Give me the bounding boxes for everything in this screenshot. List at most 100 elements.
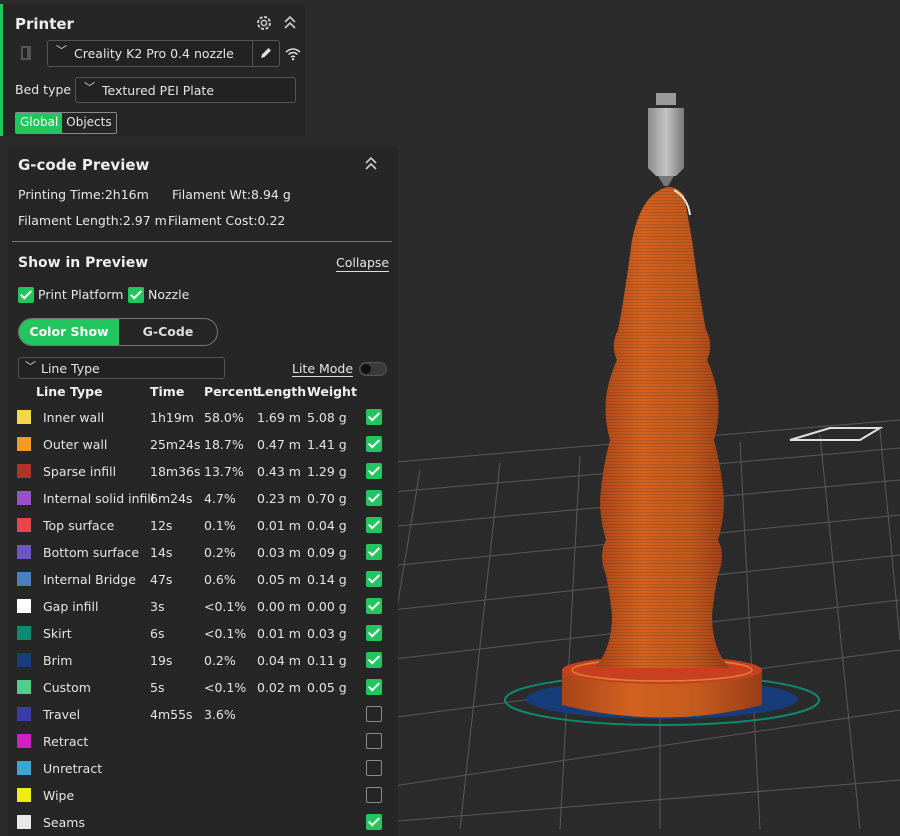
cell-time: 47s [150, 572, 173, 587]
edit-printer-button[interactable] [252, 41, 279, 66]
color-swatch [17, 518, 31, 532]
col-header-length: Length [257, 384, 307, 399]
cell-weight: 0.00 g [307, 599, 347, 614]
print-platform-checkbox[interactable] [18, 287, 34, 303]
visibility-checkbox[interactable] [366, 760, 382, 776]
cell-name: Top surface [43, 518, 115, 533]
cell-weight: 1.29 g [307, 464, 347, 479]
cell-weight: 0.14 g [307, 572, 347, 587]
color-show-button[interactable]: Color Show [19, 319, 119, 345]
cell-percent: 0.2% [204, 653, 236, 668]
cell-name: Inner wall [43, 410, 105, 425]
cell-weight: 0.70 g [307, 491, 347, 506]
cell-name: Internal solid infill [43, 491, 155, 506]
color-swatch [17, 734, 31, 748]
visibility-checkbox[interactable] [366, 517, 382, 533]
color-swatch [17, 761, 31, 775]
cell-time: 18m36s [150, 464, 201, 479]
printer-panel-title: Printer [15, 15, 74, 33]
collapse-link[interactable]: Collapse [336, 255, 390, 272]
table-row: Travel 4m55s 3.6% [8, 701, 398, 728]
filament-cost: Filament Cost:0.22 [168, 213, 286, 228]
visibility-checkbox[interactable] [366, 706, 382, 722]
chevron-down-icon: ﹀ [84, 81, 95, 94]
visibility-checkbox[interactable] [366, 625, 382, 641]
cell-time: 6m24s [150, 491, 193, 506]
cell-time: 14s [150, 545, 173, 560]
collapse-icon[interactable] [364, 156, 378, 172]
cell-percent: <0.1% [204, 599, 247, 614]
cell-weight: 5.08 g [307, 410, 347, 425]
color-swatch [17, 599, 31, 613]
collapse-icon[interactable] [283, 15, 297, 31]
cell-name: Bottom surface [43, 545, 140, 560]
visibility-checkbox[interactable] [366, 463, 382, 479]
visibility-checkbox[interactable] [366, 814, 382, 830]
color-swatch [17, 545, 31, 559]
cell-time: 19s [150, 653, 173, 668]
cell-length: 0.00 m [257, 599, 301, 614]
color-swatch [17, 491, 31, 505]
cell-length: 0.43 m [257, 464, 301, 479]
cell-name: Outer wall [43, 437, 108, 452]
cell-length: 1.69 m [257, 410, 301, 425]
color-swatch [17, 680, 31, 694]
nozzle-checkbox[interactable] [128, 287, 144, 303]
cell-length: 0.01 m [257, 518, 301, 533]
color-swatch [17, 815, 31, 829]
bed-type-select[interactable]: ﹀ Textured PEI Plate [75, 77, 296, 103]
plate-edge-marker [789, 427, 884, 441]
view-type-select[interactable]: ﹀ Line Type [18, 357, 225, 379]
col-header-weight: Weight [307, 384, 357, 399]
pencil-icon [261, 48, 271, 58]
lite-mode-toggle[interactable] [359, 362, 387, 376]
wifi-icon[interactable] [285, 47, 301, 61]
cell-weight: 0.04 g [307, 518, 347, 533]
visibility-checkbox[interactable] [366, 787, 382, 803]
gear-icon[interactable] [255, 14, 273, 32]
view-type-value: Line Type [41, 361, 100, 376]
cell-name: Travel [43, 707, 81, 722]
table-row: Bottom surface 14s 0.2% 0.03 m 0.09 g [8, 539, 398, 566]
cell-percent: 3.6% [204, 707, 236, 722]
visibility-checkbox[interactable] [366, 679, 382, 695]
color-swatch [17, 410, 31, 424]
cell-percent: 58.0% [204, 410, 244, 425]
visibility-checkbox[interactable] [366, 598, 382, 614]
cell-weight: 1.41 g [307, 437, 347, 452]
visibility-checkbox[interactable] [366, 652, 382, 668]
cell-percent: 13.7% [204, 464, 244, 479]
lite-mode-label: Lite Mode [292, 361, 354, 377]
color-swatch [17, 788, 31, 802]
visibility-checkbox[interactable] [366, 409, 382, 425]
printer-select[interactable]: ﹀ Creality K2 Pro 0.4 nozzle [47, 40, 280, 67]
tab-global[interactable]: Global [16, 113, 63, 133]
show-in-preview-heading: Show in Preview [18, 255, 149, 271]
cell-time: 1h19m [150, 410, 194, 425]
visibility-checkbox[interactable] [366, 544, 382, 560]
chevron-down-icon: ﹀ [25, 360, 36, 373]
gcode-button[interactable]: G-Code [119, 319, 217, 345]
cell-length: 0.47 m [257, 437, 301, 452]
table-row: Brim 19s 0.2% 0.04 m 0.11 g [8, 647, 398, 674]
color-swatch [17, 707, 31, 721]
cell-weight: 0.11 g [307, 653, 347, 668]
cell-name: Wipe [43, 788, 75, 803]
cell-weight: 0.05 g [307, 680, 347, 695]
visibility-checkbox[interactable] [366, 733, 382, 749]
filament-weight: Filament Wt:8.94 g [172, 187, 291, 202]
cell-name: Internal Bridge [43, 572, 136, 587]
cell-weight: 0.09 g [307, 545, 347, 560]
cell-name: Seams [43, 815, 85, 830]
cell-length: 0.02 m [257, 680, 301, 695]
visibility-checkbox[interactable] [366, 436, 382, 452]
printer-icon [21, 46, 31, 60]
table-row: Gap infill 3s <0.1% 0.00 m 0.00 g [8, 593, 398, 620]
cell-name: Gap infill [43, 599, 99, 614]
cell-time: 4m55s [150, 707, 193, 722]
nozzle-label: Nozzle [148, 287, 190, 302]
tab-objects[interactable]: Objects [62, 113, 115, 133]
visibility-checkbox[interactable] [366, 490, 382, 506]
visibility-checkbox[interactable] [366, 571, 382, 587]
col-header-time: Time [150, 384, 185, 399]
